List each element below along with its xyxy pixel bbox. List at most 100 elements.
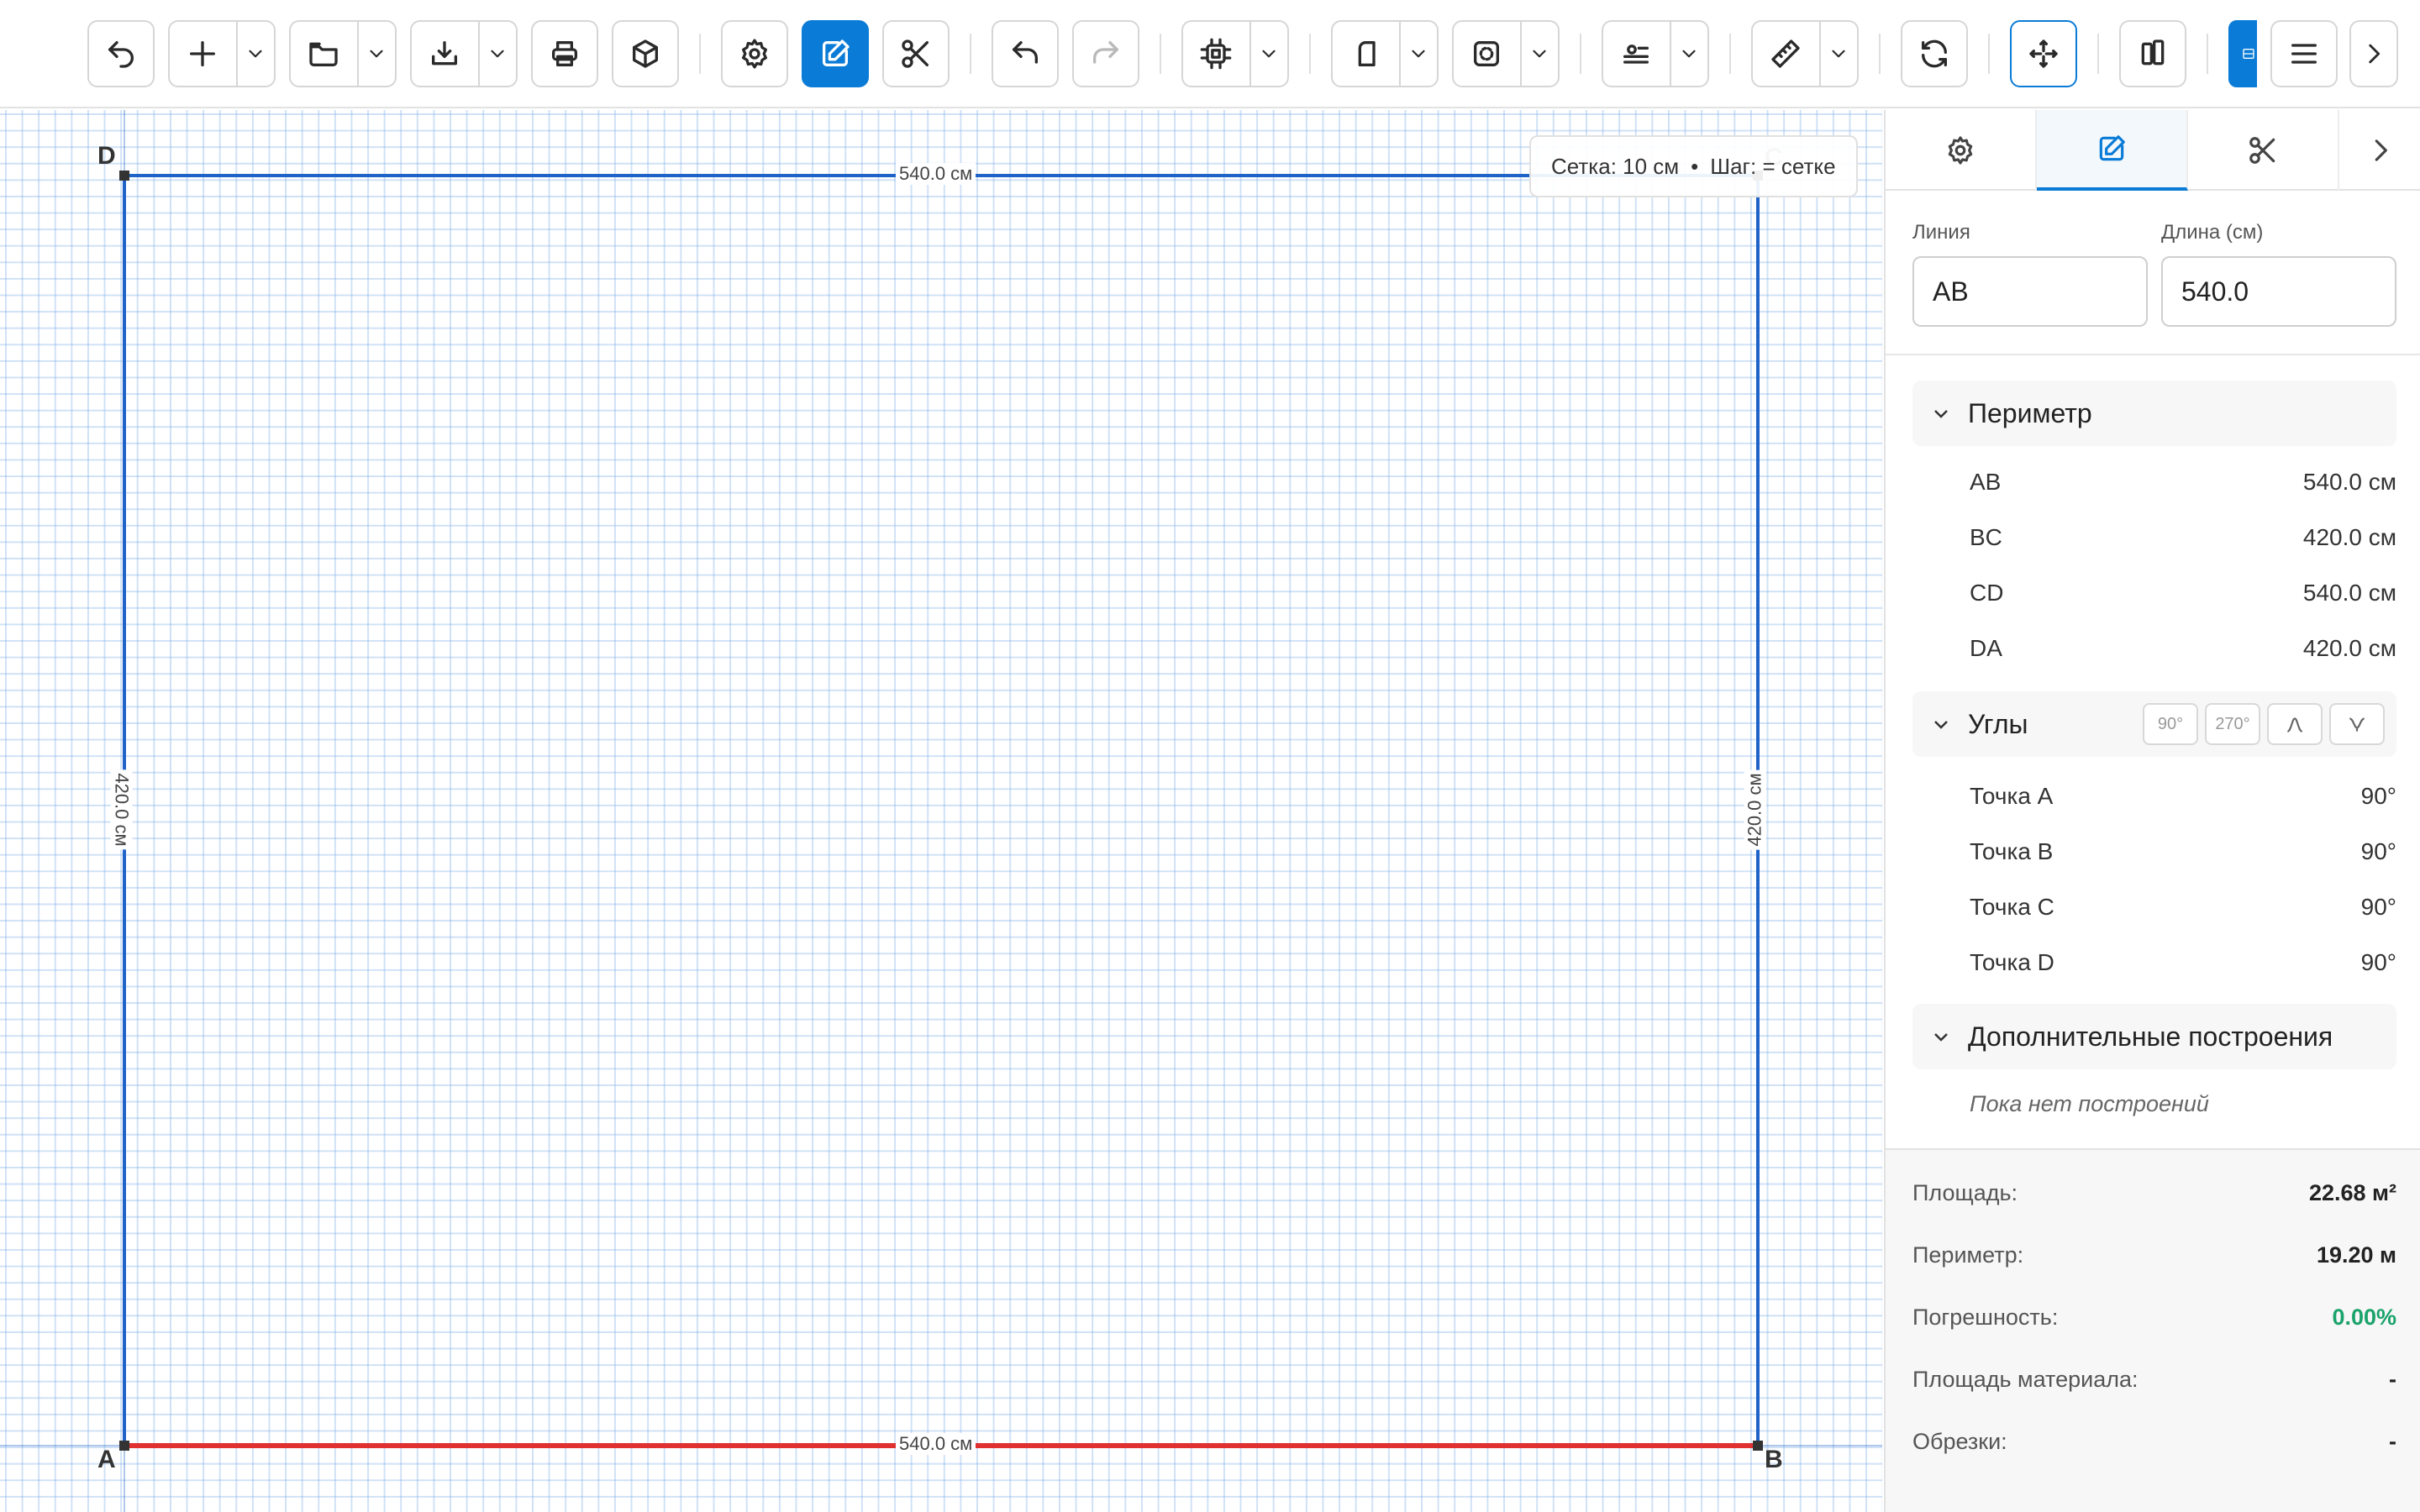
vertex-a[interactable] [119, 1441, 129, 1451]
frame-dropdown-toggle[interactable] [1519, 22, 1558, 86]
align-button[interactable] [1603, 22, 1670, 86]
line-input[interactable] [1912, 256, 2148, 327]
extra-section-header[interactable]: Дополнительные построения [1912, 1004, 2396, 1069]
cube-icon [633, 39, 658, 68]
angle-valley-button[interactable] [2329, 703, 2385, 745]
chevron-right-icon [2369, 44, 2381, 64]
cut-mode-button[interactable] [882, 20, 950, 87]
settings-button[interactable] [721, 20, 788, 87]
undo-button[interactable] [992, 20, 1059, 87]
edit-icon [2099, 135, 2125, 161]
save-dropdown-toggle[interactable] [477, 22, 516, 86]
summary-area: Площадь: 22.68 м² [1912, 1172, 2396, 1214]
chevron-down-icon [1934, 410, 1948, 418]
perimeter-row-da[interactable]: DA 420.0 см [1970, 627, 2396, 669]
snap-button[interactable] [1183, 22, 1249, 86]
center-view-button[interactable] [2010, 20, 2077, 87]
download-icon [432, 41, 458, 66]
shape-button[interactable] [1333, 22, 1399, 86]
angle-peak-button[interactable] [2267, 703, 2323, 745]
measure-button[interactable] [1753, 22, 1819, 86]
tab-edit[interactable] [2037, 110, 2188, 191]
menu-button[interactable] [2270, 20, 2338, 87]
angle-row-name: Точка B [1970, 838, 2054, 864]
length-input[interactable] [2161, 256, 2396, 327]
perimeter-row-name: BC [1970, 524, 2002, 550]
chevron-right-icon [2375, 139, 2387, 161]
open-dropdown-toggle[interactable] [356, 22, 395, 86]
summary-label: Площадь материала: [1912, 1366, 2139, 1392]
print-button[interactable] [531, 20, 598, 87]
measure-dropdown-toggle[interactable] [1818, 22, 1857, 86]
shape-button-group[interactable] [1331, 20, 1439, 87]
add-dropdown-toggle[interactable] [235, 22, 274, 86]
perimeter-section-header[interactable]: Периметр [1912, 381, 2396, 446]
length-field-label: Длина (см) [2161, 221, 2264, 244]
layout-button[interactable] [2228, 20, 2257, 87]
refresh-button[interactable] [1901, 20, 1968, 87]
snap-dropdown-toggle[interactable] [1249, 22, 1287, 86]
angle-row-value: 90° [2360, 838, 2396, 864]
align-dropdown-toggle[interactable] [1669, 22, 1707, 86]
angle-row-name: Точка C [1970, 894, 2054, 920]
angle-270-button[interactable]: 270° [2205, 703, 2260, 745]
angle-row-b[interactable]: Точка B 90° [1970, 831, 2396, 873]
angle-row-name: Точка D [1970, 949, 2054, 975]
toolbar-scroll-right-button[interactable] [2349, 20, 2398, 87]
summary-value: - [2389, 1366, 2396, 1392]
add-button-group[interactable] [168, 20, 276, 87]
refresh-icon [1922, 39, 1947, 68]
point-label-b: B [1765, 1446, 1783, 1473]
snap-button-group[interactable] [1181, 20, 1289, 87]
measure-button-group[interactable] [1751, 20, 1859, 87]
perimeter-row-bc[interactable]: BC 420.0 см [1970, 517, 2396, 559]
tab-more[interactable] [2339, 110, 2420, 191]
save-button-group[interactable] [410, 20, 518, 87]
toolbar-separator [2097, 34, 2099, 74]
shape-dropdown-toggle[interactable] [1398, 22, 1437, 86]
chevron-down-icon [1262, 50, 1276, 58]
align-button-group[interactable] [1602, 20, 1709, 87]
perimeter-row-value: 420.0 см [2302, 635, 2396, 661]
perimeter-row-cd[interactable]: CD 540.0 см [1970, 572, 2396, 614]
open-button[interactable] [291, 22, 357, 86]
angle-row-a[interactable]: Точка A 90° [1970, 775, 2396, 817]
gear-icon [742, 39, 767, 69]
save-button[interactable] [412, 22, 478, 86]
open-button-group[interactable] [289, 20, 397, 87]
toolbar-separator [1309, 34, 1311, 74]
angle-90-button[interactable]: 90° [2143, 703, 2198, 745]
undo-icon [1013, 41, 1038, 64]
valley-icon [2349, 717, 2365, 732]
summary-error: Погрешность: 0.00% [1912, 1296, 2396, 1338]
printer-icon [552, 41, 577, 67]
add-button[interactable] [170, 22, 236, 86]
perimeter-row-name: DA [1970, 635, 2002, 661]
chevron-down-icon [370, 50, 383, 58]
angle-row-d[interactable]: Точка D 90° [1970, 942, 2396, 984]
perimeter-row-ab[interactable]: AB 540.0 см [1970, 461, 2396, 503]
frame-button-group[interactable] [1452, 20, 1560, 87]
vertex-d[interactable] [119, 171, 129, 181]
angle-row-c[interactable]: Точка C 90° [1970, 886, 2396, 928]
edit-mode-button[interactable] [802, 20, 869, 87]
vertex-b[interactable] [1753, 1441, 1763, 1451]
back-button[interactable] [87, 20, 155, 87]
drawing-canvas[interactable]: D C A B 540.0 см 540.0 см 420.0 см 420.0… [0, 110, 1882, 1512]
redo-button[interactable] [1072, 20, 1139, 87]
tab-cut[interactable] [2188, 110, 2339, 191]
folder-icon [309, 42, 339, 67]
back-arrow-icon [108, 41, 134, 68]
angles-section-header[interactable]: Углы 90° 270° [1912, 691, 2396, 757]
frame-button[interactable] [1454, 22, 1520, 86]
angle-preset-buttons: 90° 270° [2143, 703, 2385, 745]
tab-settings[interactable] [1886, 110, 2037, 191]
3d-view-button[interactable] [612, 20, 679, 87]
crosshair-icon [2029, 39, 2058, 68]
angle-row-value: 90° [2360, 949, 2396, 975]
toolbar-separator [1879, 34, 1881, 74]
main-toolbar [0, 0, 2420, 108]
summary-label: Обрезки: [1912, 1428, 2007, 1454]
grid-step-text: Шаг: = сетке [1710, 153, 1836, 179]
panels-button[interactable] [2119, 20, 2186, 87]
